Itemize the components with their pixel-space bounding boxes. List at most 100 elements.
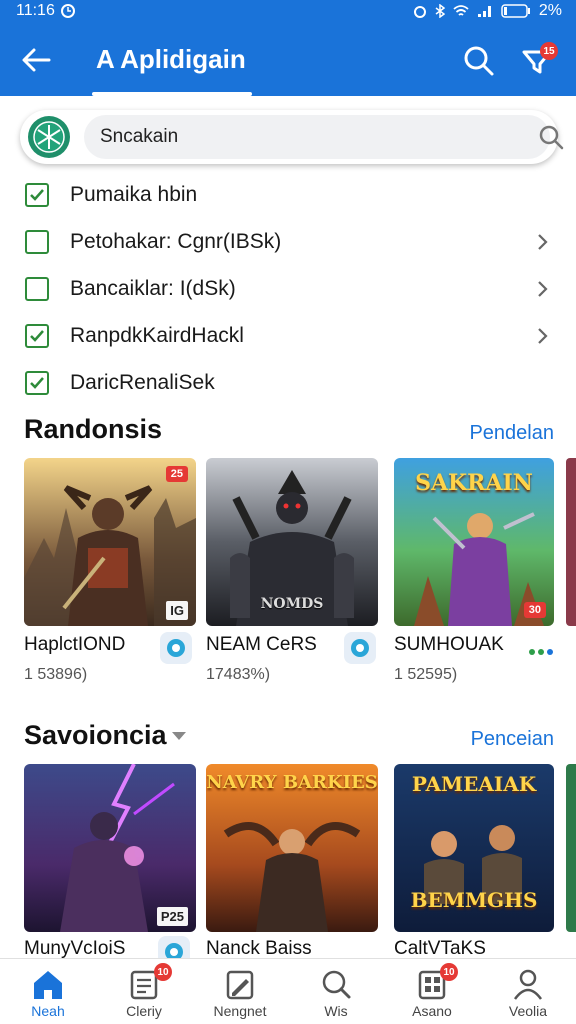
art-subtitle: BEMMGHS xyxy=(410,888,538,912)
filter-badge: 15 xyxy=(540,42,558,60)
search-icon xyxy=(322,970,351,999)
game-artwork[interactable]: PAMEAIAK BEMMGHS xyxy=(394,764,554,932)
game-title: SUMHOUAK xyxy=(394,634,504,655)
chevron-right-icon[interactable] xyxy=(534,232,550,252)
game-title: MunyVcIoiS xyxy=(24,938,126,959)
game-downloads: 17483%) xyxy=(206,666,271,683)
status-time: 11:16 xyxy=(16,2,55,19)
nav-profile[interactable]: Veolia xyxy=(480,959,576,1024)
logo-emblem-icon xyxy=(33,121,65,153)
game-title: NEAM CeRS xyxy=(206,634,317,655)
section-see-all-link[interactable]: Penceian xyxy=(471,728,554,751)
checkbox-unchecked[interactable] xyxy=(25,230,49,254)
checkbox-checked[interactable] xyxy=(25,371,49,395)
home-icon xyxy=(34,971,62,999)
filter-button[interactable]: 15 xyxy=(520,42,558,80)
next-card-peek[interactable] xyxy=(566,764,576,932)
game-downloads: 1 53896) xyxy=(24,666,88,683)
age-rating-tag: IG xyxy=(166,601,188,620)
search-button[interactable] xyxy=(462,44,496,78)
game-title: CaltVTaKS xyxy=(394,938,486,959)
bottom-navigation: Neah 10 Cleriy Nengnet Wis 10 Asano Veol… xyxy=(0,958,576,1024)
checkmark-icon xyxy=(30,330,44,342)
nav-label: Asano xyxy=(412,1003,452,1019)
art-title: SAKRAIN xyxy=(415,470,533,496)
section-title: Randonsis xyxy=(24,414,162,445)
dropdown-triangle-icon[interactable] xyxy=(171,730,187,742)
section-title-text: Savoioncia xyxy=(24,720,167,750)
wifi-icon xyxy=(453,5,469,16)
nav-apps[interactable]: 10 Asano xyxy=(384,959,480,1024)
game-title: Nanck Baiss xyxy=(206,938,312,959)
checklist-label: Pumaika hbin xyxy=(70,183,198,206)
rating-badge: 25 xyxy=(165,466,188,482)
battery-icon xyxy=(501,4,530,18)
game-artwork[interactable]: SAKRAIN 30 xyxy=(394,458,554,626)
art-title: PAMEAIAK xyxy=(411,772,537,796)
chevron-right-icon[interactable] xyxy=(534,326,550,346)
install-icon[interactable] xyxy=(160,632,192,664)
nav-label: Nengnet xyxy=(213,1003,267,1019)
nav-label: Neah xyxy=(31,1003,65,1019)
search-icon xyxy=(464,46,494,76)
checklist-item[interactable]: Bancaiklar: I(dSk) xyxy=(0,266,576,312)
checklist-label: RanpdkKairdHackl xyxy=(70,324,244,347)
page-title: A Aplidigain xyxy=(96,44,246,74)
nav-badge: 10 xyxy=(440,963,458,981)
section-title: Savoioncia xyxy=(24,720,187,751)
back-button[interactable] xyxy=(20,44,52,76)
nav-search[interactable]: Wis xyxy=(288,959,384,1024)
game-title: HaplctIOND xyxy=(24,634,126,655)
game-artwork[interactable]: NOMDS xyxy=(206,458,378,626)
nav-charts[interactable]: 10 Cleriy xyxy=(96,959,192,1024)
checklist-item[interactable]: Pumaika hbin xyxy=(0,172,576,218)
next-card-peek[interactable] xyxy=(566,458,576,626)
checklist-label: DaricRenaliSek xyxy=(70,371,215,394)
game-artwork[interactable]: P25 xyxy=(24,764,196,932)
checkbox-checked[interactable] xyxy=(25,183,49,207)
game-downloads: 1 52595) xyxy=(394,666,458,683)
age-rating-tag: P25 xyxy=(156,907,188,926)
search-bar xyxy=(20,110,564,164)
game-artwork[interactable]: NAVRY BARKIES xyxy=(206,764,378,932)
app-store-icon xyxy=(167,639,185,657)
signal-icon xyxy=(477,6,491,17)
checkmark-icon xyxy=(30,377,44,389)
clock-icon xyxy=(60,4,75,18)
checklist-label: Bancaiklar: I(dSk) xyxy=(70,277,236,300)
section-see-all-link[interactable]: Pendelan xyxy=(469,422,554,445)
nav-label: Cleriy xyxy=(126,1003,162,1019)
nav-badge: 10 xyxy=(154,963,172,981)
app-store-icon xyxy=(351,639,369,657)
alarm-icon xyxy=(413,6,426,18)
magnifier-icon[interactable] xyxy=(538,124,564,150)
checklist-item[interactable]: RanpdkKairdHackl xyxy=(0,313,576,359)
nav-edit[interactable]: Nengnet xyxy=(192,959,288,1024)
checklist-item[interactable]: DaricRenaliSek xyxy=(0,360,576,406)
nav-home[interactable]: Neah xyxy=(0,959,96,1024)
game-artwork[interactable]: 25 IG xyxy=(24,458,196,626)
app-logo xyxy=(28,116,70,158)
bluetooth-icon xyxy=(435,4,445,18)
more-dots-icon[interactable] xyxy=(528,648,554,656)
app-bar: A Aplidigain 15 xyxy=(0,22,576,96)
checklist-label: Petohakar: Cgnr(IBSk) xyxy=(70,230,282,253)
chevron-right-icon[interactable] xyxy=(534,279,550,299)
rating-badge: 30 xyxy=(523,602,546,618)
art-caption: NOMDS xyxy=(260,596,324,612)
search-input[interactable] xyxy=(84,115,550,159)
edit-icon xyxy=(226,970,254,1000)
person-icon xyxy=(513,969,543,1000)
checkbox-unchecked[interactable] xyxy=(25,277,49,301)
battery-level: 2% xyxy=(538,2,562,19)
status-bar: 11:16 2% xyxy=(0,0,576,22)
art-title: NAVRY BARKIES xyxy=(206,772,378,793)
install-icon[interactable] xyxy=(344,632,376,664)
checkbox-checked[interactable] xyxy=(25,324,49,348)
checkmark-icon xyxy=(30,189,44,201)
nav-label: Veolia xyxy=(508,1003,548,1019)
nav-label: Wis xyxy=(324,1003,348,1019)
title-underline xyxy=(92,92,252,96)
section-title-text: Randonsis xyxy=(24,414,163,444)
checklist-item[interactable]: Petohakar: Cgnr(IBSk) xyxy=(0,219,576,265)
